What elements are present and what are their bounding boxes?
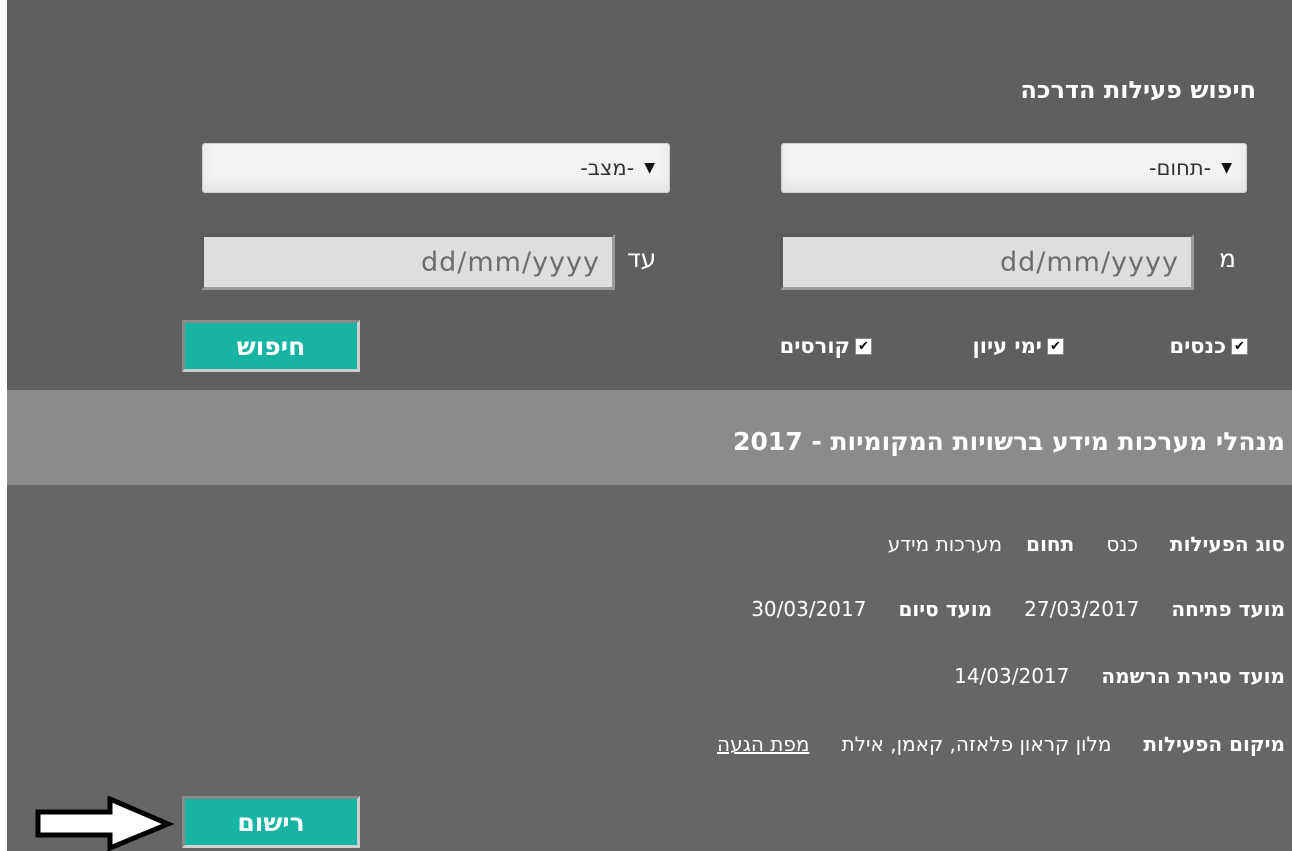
- domain-select[interactable]: ▼ -תחום-: [781, 143, 1247, 193]
- registration-close-label: מועד סגירת הרשמה: [1101, 664, 1285, 688]
- registration-close-row: מועד סגירת הרשמה 14/03/2017: [954, 664, 1285, 688]
- checkbox-checked-icon[interactable]: ✔: [1047, 337, 1064, 355]
- end-date-value: 30/03/2017: [751, 597, 867, 621]
- conferences-checkbox[interactable]: ✔ כנסים: [1169, 334, 1248, 358]
- courses-label: קורסים: [779, 334, 850, 358]
- search-title: חיפוש פעילות הדרכה: [1020, 76, 1256, 104]
- checkbox-checked-icon[interactable]: ✔: [855, 337, 872, 355]
- from-date-input[interactable]: dd/mm/yyyy: [780, 234, 1194, 290]
- location-value: מלון קראון פלאזה, קאמן, אילת: [841, 732, 1112, 756]
- checkbox-checked-icon[interactable]: ✔: [1231, 337, 1248, 355]
- arrow-right-icon: [35, 796, 175, 851]
- to-date-label: עד: [627, 244, 657, 273]
- map-link[interactable]: מפת הגעה: [717, 732, 809, 756]
- activity-type-row: סוג הפעילות כנס תחום מערכות מידע: [888, 532, 1285, 556]
- registration-close-value: 14/03/2017: [954, 664, 1070, 688]
- activity-dates-row: מועד פתיחה 27/03/2017 מועד סיום 30/03/20…: [751, 597, 1285, 621]
- domain-select-value: -תחום-: [1148, 156, 1212, 180]
- status-select[interactable]: ▼ -מצב-: [202, 143, 670, 193]
- status-select-value: -מצב-: [580, 156, 635, 180]
- chevron-down-icon: ▼: [1221, 160, 1232, 176]
- activity-type-value: כנס: [1106, 532, 1138, 556]
- courses-checkbox[interactable]: ✔ קורסים: [780, 334, 872, 358]
- from-date-label: מ: [1219, 244, 1236, 273]
- activity-type-label: סוג הפעילות: [1169, 532, 1285, 556]
- activity-domain-value: מערכות מידע: [887, 532, 1003, 556]
- study-days-checkbox[interactable]: ✔ ימי עיון: [973, 334, 1064, 358]
- open-date-label: מועד פתיחה: [1171, 597, 1285, 621]
- chevron-down-icon: ▼: [644, 160, 655, 176]
- activity-search-panel: חיפוש פעילות הדרכה ▼ -תחום- ▼ -מצב- מ dd…: [7, 0, 1292, 851]
- search-button[interactable]: חיפוש: [182, 320, 360, 372]
- to-date-input[interactable]: dd/mm/yyyy: [201, 234, 615, 290]
- location-label: מיקום הפעילות: [1143, 732, 1285, 756]
- activity-domain-label: תחום: [1026, 532, 1075, 556]
- conferences-label: כנסים: [1169, 334, 1227, 358]
- register-button[interactable]: רישום: [182, 796, 360, 848]
- study-days-label: ימי עיון: [972, 334, 1042, 358]
- location-row: מיקום הפעילות מלון קראון פלאזה, קאמן, אי…: [717, 732, 1285, 756]
- end-date-label: מועד סיום: [898, 597, 993, 621]
- open-date-value: 27/03/2017: [1024, 597, 1140, 621]
- activity-title: מנהלי מערכות מידע ברשויות המקומיות - 201…: [733, 427, 1285, 456]
